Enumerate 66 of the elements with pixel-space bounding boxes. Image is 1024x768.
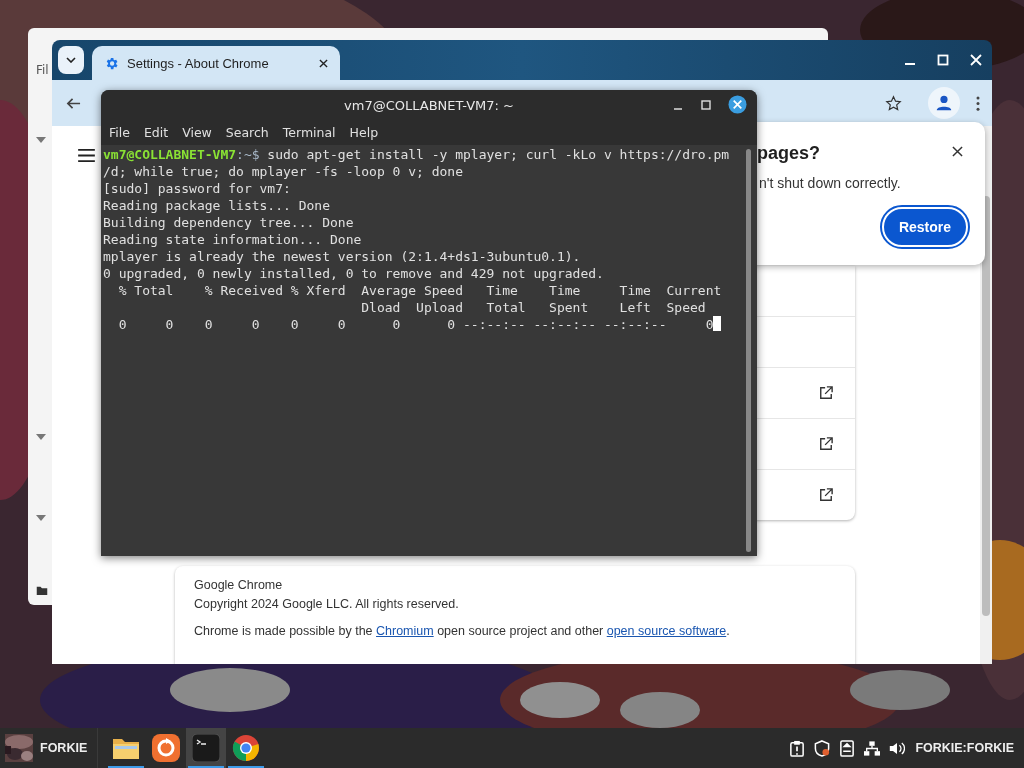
output-line: 0 0 0 0 0 0 0 0 --:--:-- --:--:-- --:--:-- 0 [117, 317, 714, 332]
window-title: vm7@COLLABNET-VM7: ~ [344, 97, 514, 113]
text-cursor [713, 316, 722, 331]
output-line: 0 upgraded, 0 newly installed, 0 to remove and 429 not upgraded. [103, 266, 604, 281]
terminal-icon [192, 734, 221, 762]
caret-icon[interactable] [36, 434, 46, 440]
document-icon[interactable] [839, 739, 856, 757]
product-name: Google Chrome [194, 578, 284, 592]
browser-icon [232, 734, 261, 762]
output-line: % Total % Received % Xferd Average Speed Time Time Time Current [117, 283, 722, 298]
dialog-title: pages? [757, 143, 821, 164]
session-label[interactable]: FORKIE:FORKIE [915, 741, 1014, 755]
output-line: [sudo] password for vm7: [103, 181, 291, 196]
menu-item[interactable]: Edit [143, 125, 169, 140]
prompt-user-host: vm7@COLLABNET-VM7 [103, 147, 237, 162]
settings-icon [104, 55, 119, 71]
command-text: /d; while true; do mplayer -fs -loop 0 v; done [103, 164, 464, 179]
external-link-icon[interactable] [819, 437, 833, 451]
credits-text: . [726, 624, 730, 638]
menu-item[interactable]: Terminal [282, 125, 336, 140]
external-link-icon[interactable] [819, 386, 833, 400]
output-line: Building dependency tree... Done [103, 215, 354, 230]
browser-tab[interactable]: Settings - About Chrome [92, 46, 340, 80]
scrollbar[interactable] [746, 149, 751, 552]
menu-item[interactable]: Help [349, 125, 379, 140]
folder-icon [112, 736, 141, 760]
running-indicator [108, 766, 145, 768]
menu-icon[interactable] [976, 95, 980, 111]
menu-item[interactable]: View [182, 125, 212, 140]
caret-icon [66, 57, 76, 63]
close-icon[interactable] [728, 95, 747, 114]
folder-icon[interactable] [36, 585, 48, 596]
star-icon[interactable] [885, 94, 902, 112]
shield-icon[interactable] [814, 739, 831, 757]
close-icon[interactable] [319, 58, 328, 68]
copyright-text: Copyright 2024 Google LLC. All rights reserved. [194, 597, 460, 611]
running-indicator [228, 766, 265, 768]
external-link-icon[interactable] [819, 488, 833, 502]
user-name[interactable]: FORKIE [40, 741, 88, 755]
output-line: Reading state information... Done [103, 232, 362, 247]
close-icon[interactable] [952, 146, 963, 157]
dialog-message: n't shut down correctly. [759, 175, 901, 191]
tab-search-button[interactable] [58, 46, 84, 74]
credits-text: Chrome is made possible by the [194, 624, 374, 638]
prompt-path: :~$ [236, 147, 260, 162]
clipboard-icon[interactable] [789, 739, 806, 757]
menu-icon[interactable] [78, 149, 95, 162]
menu-item[interactable]: File [109, 125, 130, 140]
network-icon[interactable] [864, 739, 881, 757]
person-icon [935, 94, 953, 112]
credits-text: open source project and other [436, 624, 605, 638]
menu-item[interactable]: Fil [36, 63, 49, 77]
output-line: Reading package lists... Done [103, 198, 330, 213]
refresh-icon [152, 734, 181, 762]
command-text: sudo apt-get install -y mplayer; curl -kLo v https://dro.pm [266, 147, 730, 162]
running-indicator [188, 766, 225, 768]
caret-icon[interactable] [36, 515, 46, 521]
taskbar-app[interactable] [186, 728, 227, 768]
credits-link[interactable]: Chromium [376, 624, 434, 638]
output-line: mplayer is already the newest version (2:1.4+ds1-3ubuntu0.1). [103, 249, 581, 264]
profile-button[interactable] [928, 87, 960, 119]
output-line: Dload Upload Total Spent Left Speed [360, 300, 706, 315]
menu-item[interactable]: Search [225, 125, 269, 140]
caret-icon[interactable] [36, 137, 46, 143]
maximize-icon[interactable] [700, 98, 712, 111]
restore-button[interactable]: Restore [882, 207, 968, 247]
